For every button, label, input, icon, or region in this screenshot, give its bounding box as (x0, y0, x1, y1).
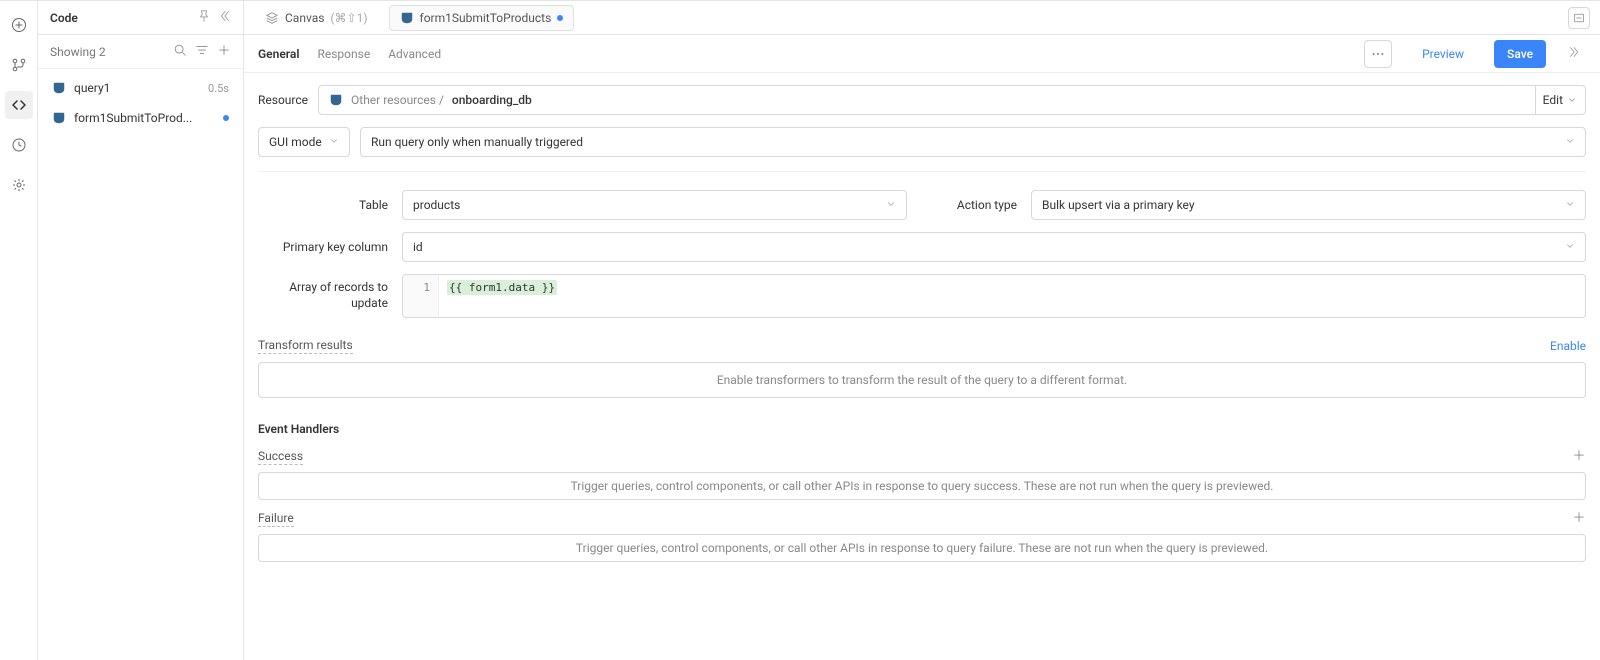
transform-results-title: Transform results (258, 338, 353, 354)
showing-count: Showing 2 (50, 45, 106, 59)
editor-tabs: Canvas (⌘⇧1) form1SubmitToProducts (244, 1, 1600, 35)
code-icon-button[interactable] (5, 91, 33, 119)
tab-canvas[interactable]: Canvas (⌘⇧1) (254, 5, 379, 31)
main-panel: Canvas (⌘⇧1) form1SubmitToProducts Gener… (244, 1, 1600, 660)
sidebar-header: Code (38, 1, 243, 35)
resource-name: onboarding_db (452, 93, 532, 107)
modified-dot-icon (223, 115, 229, 121)
run-trigger-label: Run query only when manually triggered (371, 135, 583, 149)
transform-enable-link[interactable]: Enable (1550, 339, 1586, 353)
add-icon-button[interactable] (5, 11, 33, 39)
chevron-down-icon (1565, 240, 1575, 254)
icon-rail (0, 1, 38, 660)
expand-right-icon[interactable] (1564, 45, 1586, 62)
tab-active-query[interactable]: form1SubmitToProducts (389, 5, 575, 31)
primary-key-value: id (413, 240, 423, 254)
failure-description: Trigger queries, control components, or … (258, 534, 1586, 562)
more-menu-button[interactable] (1364, 40, 1392, 68)
table-label: Table (258, 198, 388, 212)
layers-icon (265, 11, 279, 25)
run-trigger-select[interactable]: Run query only when manually triggered (360, 127, 1586, 157)
resource-edit-label: Edit (1543, 93, 1563, 107)
chevron-down-icon (1565, 135, 1575, 149)
query-subtabs: General Response Advanced Preview Save (244, 35, 1600, 73)
success-description: Trigger queries, control components, or … (258, 472, 1586, 500)
query-meta: 0.5s (208, 82, 229, 95)
records-code-input[interactable]: 1 {{ form1.data }} (402, 274, 1586, 318)
add-query-icon[interactable] (217, 43, 231, 60)
sidebar-title: Code (50, 11, 78, 25)
tab-canvas-shortcut: (⌘⇧1) (330, 11, 367, 25)
event-handlers-title: Event Handlers (258, 422, 1586, 436)
resource-edit-button[interactable]: Edit (1535, 85, 1586, 115)
failure-title: Failure (258, 511, 294, 527)
action-type-select[interactable]: Bulk upsert via a primary key (1031, 190, 1586, 220)
pin-icon[interactable] (197, 9, 211, 26)
code-body[interactable]: {{ form1.data }} (439, 275, 1585, 317)
query-label: form1SubmitToProd... (74, 111, 215, 125)
subtab-response[interactable]: Response (317, 43, 370, 65)
line-number: 1 (423, 281, 430, 294)
query-list: query1 0.5s form1SubmitToProd... (38, 69, 243, 137)
preview-button[interactable]: Preview (1410, 40, 1476, 68)
action-type-label: Action type (937, 198, 1017, 212)
history-icon-button[interactable] (5, 131, 33, 159)
postgres-icon (52, 81, 66, 95)
filter-icon[interactable] (195, 43, 209, 60)
collapse-sidebar-icon[interactable] (217, 9, 231, 26)
mode-select-label: GUI mode (269, 135, 322, 149)
modified-dot-icon (557, 15, 563, 21)
success-title: Success (258, 449, 303, 465)
settings-icon-button[interactable] (5, 171, 33, 199)
action-type-value: Bulk upsert via a primary key (1042, 198, 1195, 212)
chevron-down-icon (1567, 95, 1577, 105)
query-general-content: Resource Other resources / onboarding_db… (244, 73, 1600, 660)
table-select[interactable]: products (402, 190, 907, 220)
table-value: products (413, 198, 460, 212)
minimize-panel-button[interactable] (1568, 7, 1590, 29)
query-label: query1 (74, 81, 200, 95)
array-records-label: Array of records to update (258, 274, 388, 311)
resource-label: Resource (258, 93, 308, 107)
branch-icon-button[interactable] (5, 51, 33, 79)
transform-description: Enable transformers to transform the res… (258, 362, 1586, 398)
save-button[interactable]: Save (1494, 40, 1546, 68)
chevron-down-icon (1565, 198, 1575, 212)
list-item[interactable]: form1SubmitToProd... (38, 103, 243, 133)
code-gutter: 1 (403, 275, 439, 317)
search-icon[interactable] (173, 43, 187, 60)
add-success-handler-button[interactable] (1572, 448, 1586, 466)
resource-prefix: Other resources / (351, 93, 444, 107)
mode-select[interactable]: GUI mode (258, 127, 350, 157)
postgres-icon (52, 111, 66, 125)
sidebar-subheader: Showing 2 (38, 35, 243, 69)
add-failure-handler-button[interactable] (1572, 510, 1586, 528)
tab-canvas-label: Canvas (285, 11, 324, 25)
tab-active-query-label: form1SubmitToProducts (420, 11, 552, 25)
chevron-down-icon (329, 135, 339, 149)
primary-key-label: Primary key column (258, 240, 388, 254)
resource-select[interactable]: Other resources / onboarding_db (318, 85, 1536, 115)
primary-key-select[interactable]: id (402, 232, 1586, 262)
postgres-icon (400, 11, 414, 25)
code-sidebar: Code Showing 2 (38, 1, 244, 660)
subtab-general[interactable]: General (258, 43, 299, 65)
chevron-down-icon (886, 198, 896, 212)
code-text: {{ form1.data }} (447, 280, 557, 295)
subtab-advanced[interactable]: Advanced (388, 43, 441, 65)
postgres-icon (329, 93, 343, 107)
list-item[interactable]: query1 0.5s (38, 73, 243, 103)
